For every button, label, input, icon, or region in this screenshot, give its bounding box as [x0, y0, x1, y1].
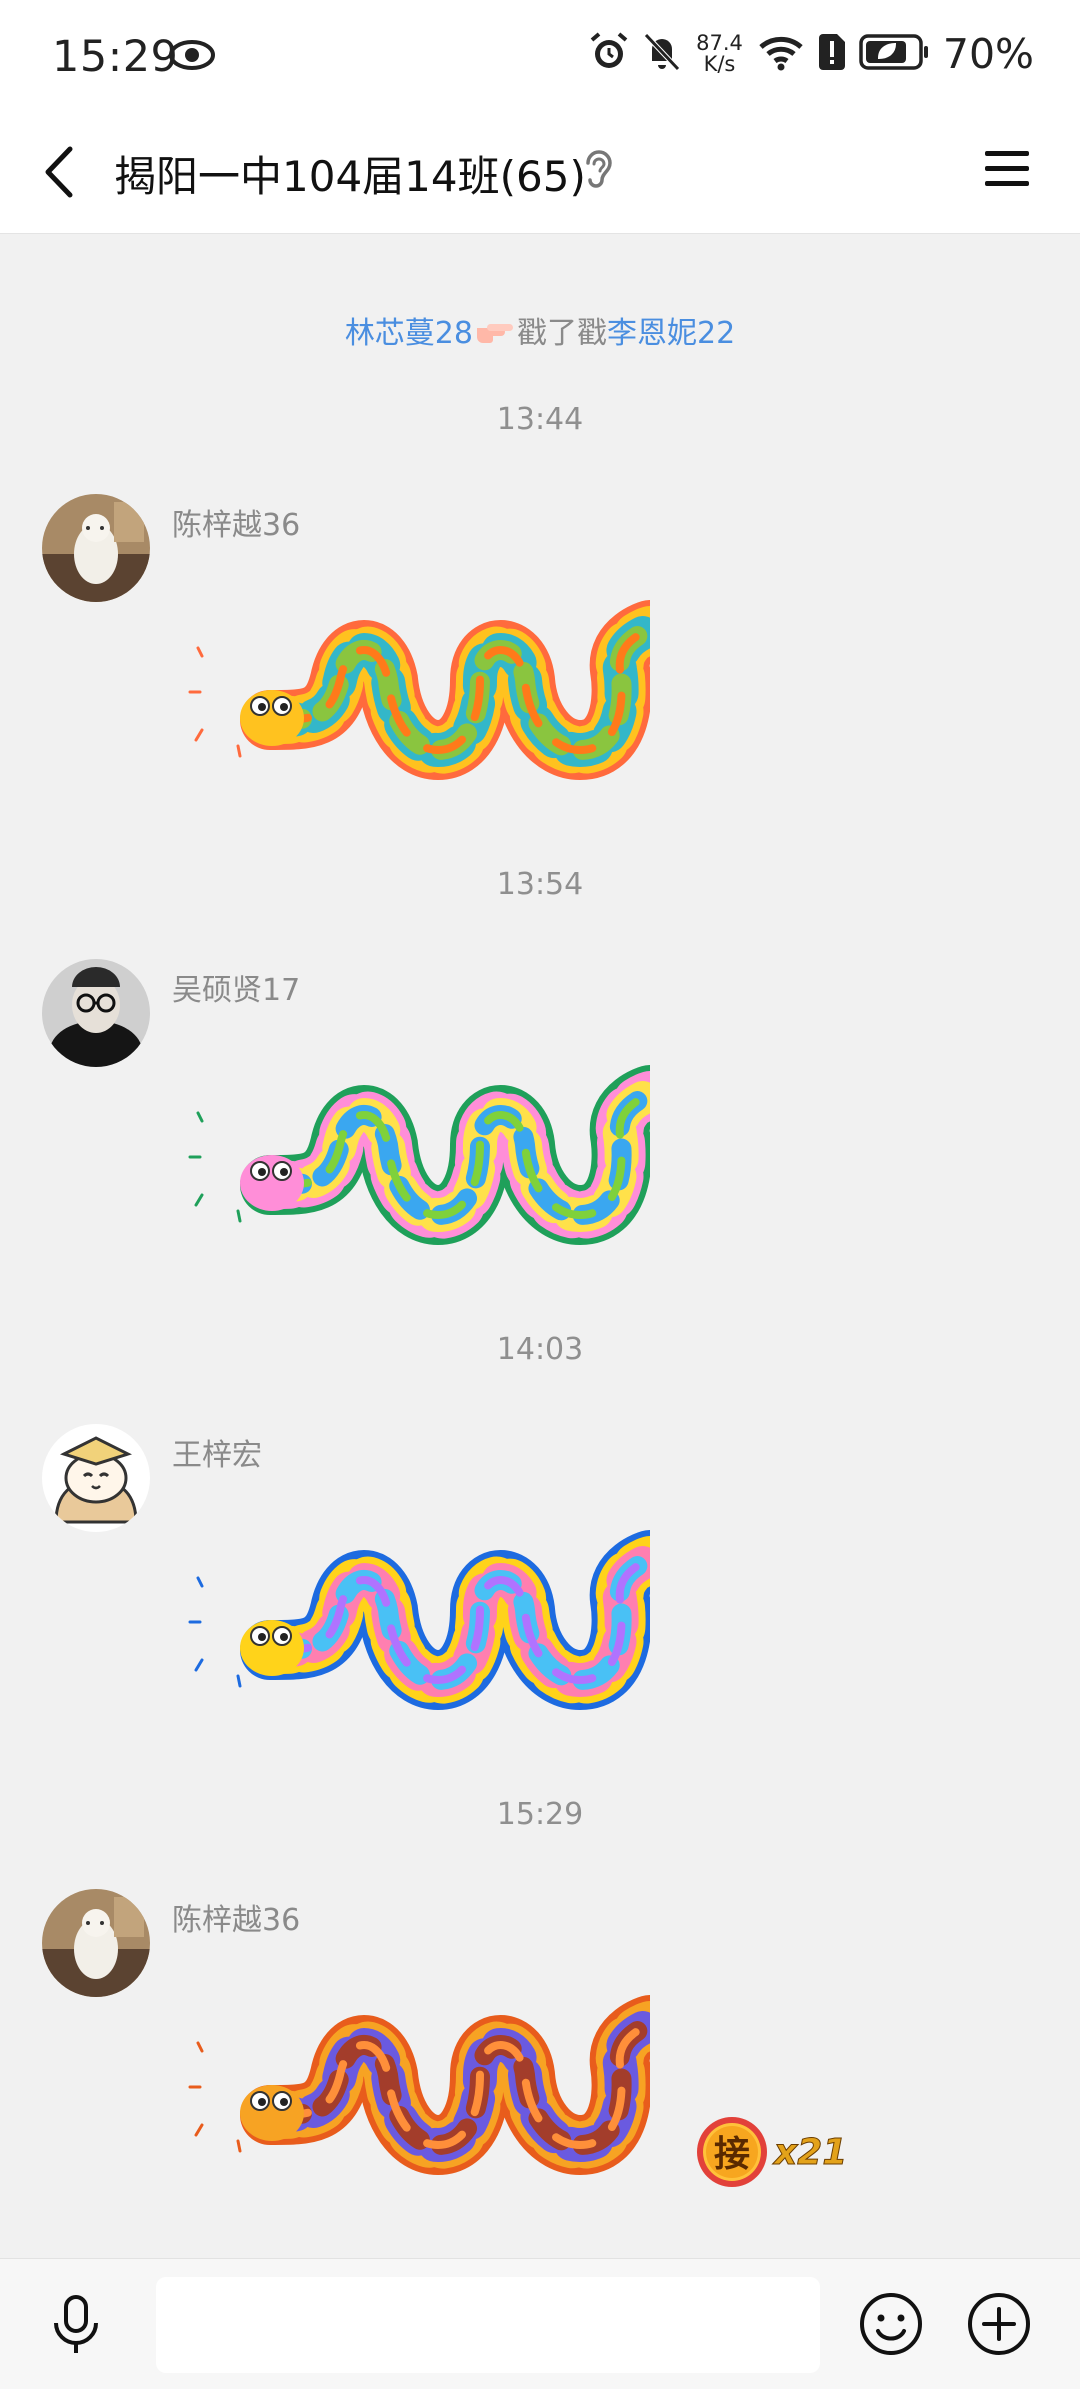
- motion-dash: [194, 1193, 204, 1207]
- snake-sticker[interactable]: [180, 1530, 680, 1714]
- snake-pupil: [280, 2098, 288, 2106]
- snake-pupil: [280, 703, 288, 711]
- motion-dash: [236, 1209, 242, 1223]
- snake-head: [240, 1155, 304, 1211]
- ear-icon[interactable]: [580, 145, 616, 197]
- emoji-icon[interactable]: [858, 2291, 924, 2361]
- snake-pupil: [280, 1168, 288, 1176]
- motion-dash: [196, 2041, 204, 2053]
- motion-dash: [236, 744, 242, 758]
- sender-name: 陈梓越36: [172, 508, 301, 543]
- snake-sticker[interactable]: [180, 1995, 680, 2179]
- status-bar: 15:29 87.4 K/s 70%: [0, 0, 1080, 115]
- back-button[interactable]: [36, 139, 80, 209]
- menu-icon[interactable]: [982, 145, 1032, 197]
- snake-pupil: [258, 1633, 266, 1641]
- motion-dash: [236, 1674, 242, 1688]
- snake-sticker[interactable]: [180, 1065, 680, 1249]
- snake-pupil: [258, 1168, 266, 1176]
- snake-head: [240, 2085, 304, 2141]
- motion-dash: [236, 2139, 242, 2153]
- avatar[interactable]: [42, 1889, 150, 1997]
- poke-target[interactable]: 李恩妮22: [607, 316, 735, 351]
- network-rate: 87.4 K/s: [696, 33, 743, 75]
- microphone-icon[interactable]: [44, 2293, 108, 2361]
- plus-icon[interactable]: [966, 2291, 1032, 2361]
- snake-head: [240, 690, 304, 746]
- battery-icon: [859, 33, 929, 75]
- eye-icon: [168, 38, 216, 76]
- relay-badge[interactable]: 接 x21: [694, 2114, 848, 2190]
- snake-sticker[interactable]: [180, 600, 680, 784]
- motion-dash: [194, 728, 204, 742]
- motion-dash: [196, 1576, 204, 1588]
- relay-badge-count: x21: [773, 2131, 848, 2173]
- snake-pupil: [258, 703, 266, 711]
- battery-percent: 70%: [942, 30, 1034, 78]
- network-rate-unit: K/s: [703, 52, 736, 76]
- snake-pupil: [258, 2098, 266, 2106]
- motion-dash: [194, 2123, 204, 2137]
- time-separator: 15:29: [496, 1797, 584, 1832]
- sim-alert-icon: [817, 32, 847, 76]
- wifi-icon: [757, 33, 805, 75]
- poke-notice: 林芯蔓28 戳了戳李恩妮22: [0, 308, 1080, 352]
- composer-bar: [0, 2258, 1080, 2389]
- mute-icon: [642, 31, 682, 77]
- avatar[interactable]: [42, 1424, 150, 1532]
- message-input[interactable]: [156, 2277, 820, 2373]
- time-separator: 13:54: [496, 867, 584, 902]
- sender-name: 陈梓越36: [172, 1903, 301, 1938]
- avatar[interactable]: [42, 494, 150, 602]
- time-separator: 14:03: [496, 1332, 584, 1367]
- avatar[interactable]: [42, 959, 150, 1067]
- status-time: 15:29: [52, 32, 179, 82]
- network-rate-value: 87.4: [696, 31, 743, 55]
- snake-head: [240, 1620, 304, 1676]
- snake-pupil: [280, 1633, 288, 1641]
- poke-action: 戳了戳: [517, 316, 607, 351]
- sender-name: 吴硕贤17: [172, 973, 301, 1008]
- motion-dash: [194, 1658, 204, 1672]
- pointing-hand-icon: [475, 317, 515, 352]
- motion-dash: [196, 1111, 204, 1123]
- sender-name: 王梓宏: [172, 1438, 262, 1473]
- relay-badge-char: 接: [714, 2134, 750, 2175]
- time-separator: 13:44: [496, 402, 584, 437]
- motion-dash: [196, 646, 204, 658]
- chat-title[interactable]: 揭阳一中104届14班(65): [114, 143, 586, 204]
- chat-header: 揭阳一中104届14班(65): [0, 115, 1080, 234]
- alarm-icon: [588, 31, 630, 77]
- poke-actor[interactable]: 林芯蔓28: [345, 316, 473, 351]
